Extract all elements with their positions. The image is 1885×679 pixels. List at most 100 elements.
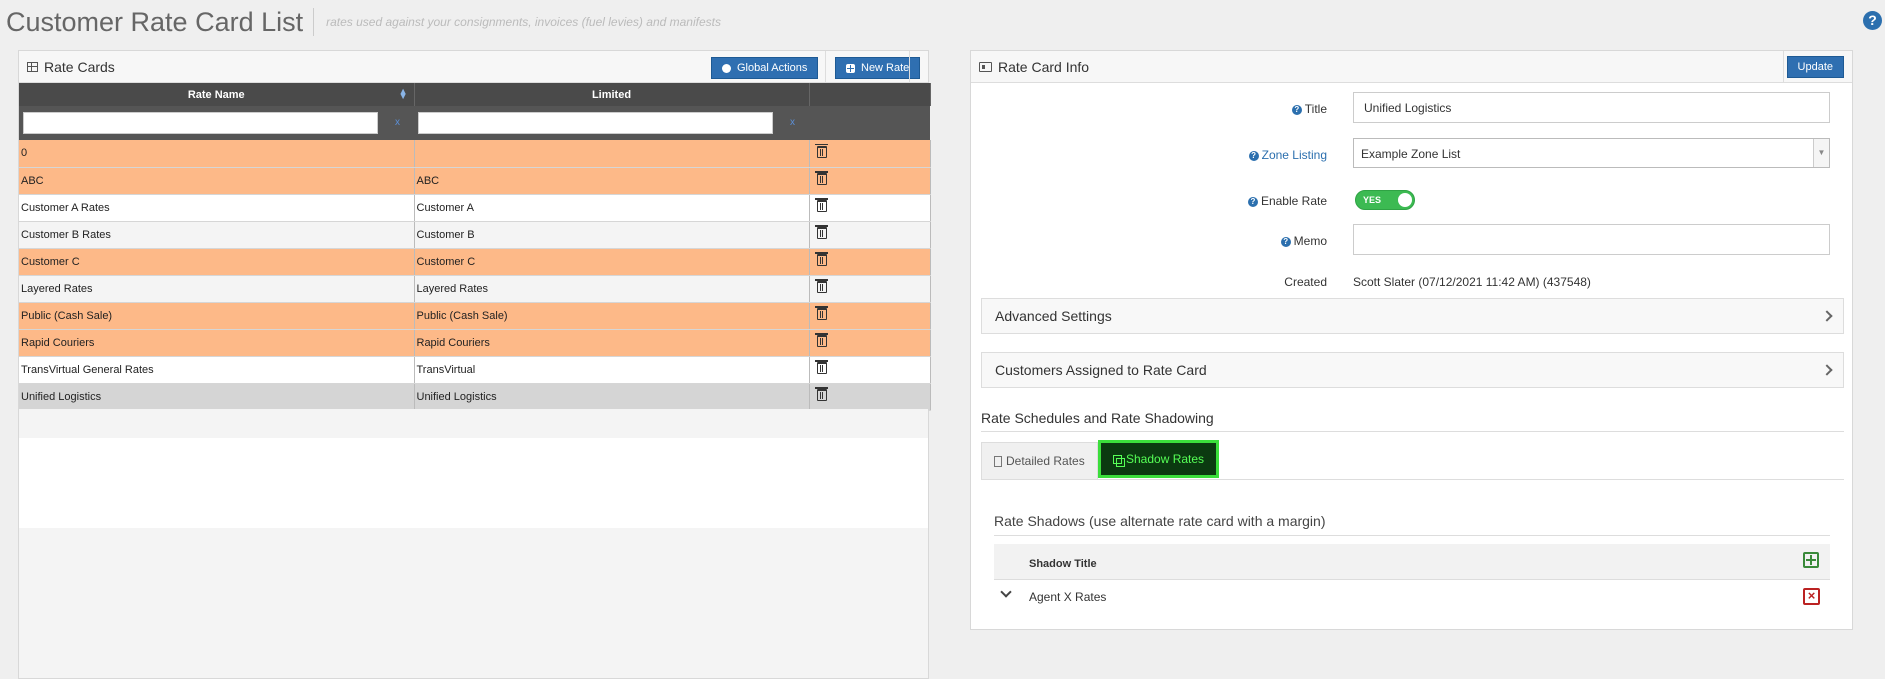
customers-assigned-label: Customers Assigned to Rate Card	[995, 362, 1207, 378]
page-title: Customer Rate Card List	[6, 6, 304, 37]
shadow-title-column: Shadow Title	[1029, 558, 1097, 570]
rate-card-info-panel: Rate Card Info Update ? Title Unified Log…	[970, 50, 1853, 630]
delete-cell	[809, 167, 931, 195]
page-header: Customer Rate Card List rates used again…	[6, 4, 721, 40]
clear-filter-icon[interactable]: x	[790, 117, 795, 128]
title-input[interactable]: Unified Logistics	[1353, 92, 1830, 123]
trash-icon[interactable]	[814, 360, 828, 374]
zone-listing-value: Example Zone List	[1361, 147, 1461, 161]
table-empty-area	[19, 409, 928, 438]
trash-icon[interactable]	[814, 252, 828, 266]
sort-icon[interactable]: ▲ ▼	[399, 87, 408, 101]
question-icon[interactable]: ?	[1247, 197, 1258, 207]
rate-cards-panel: Rate Cards Global Actions New Rate Rate …	[18, 50, 931, 679]
shadow-row[interactable]: Agent X Rates ×	[994, 580, 1830, 614]
rate-name-cell: Customer A Rates	[19, 194, 415, 222]
new-rate-label: New Rate	[861, 62, 910, 74]
toggle-text: YES	[1363, 195, 1382, 205]
rate-name-filter-input[interactable]	[23, 112, 378, 134]
tab-shadow-rates[interactable]: Shadow Rates	[1098, 440, 1220, 478]
rate-name-cell: ABC	[19, 167, 415, 195]
update-button[interactable]: Update	[1786, 56, 1844, 78]
question-icon[interactable]: ?	[1291, 105, 1302, 115]
label-text: Enable Rate	[1260, 194, 1327, 208]
trash-icon[interactable]	[814, 279, 828, 293]
trash-icon[interactable]	[814, 387, 828, 401]
table-row[interactable]: Customer B Rates Customer B	[19, 221, 931, 249]
memo-input[interactable]	[1353, 224, 1830, 255]
table-row[interactable]: 0	[19, 140, 931, 168]
trash-icon[interactable]	[814, 333, 828, 347]
enable-rate-label: ? Enable Rate	[1247, 194, 1327, 208]
copy-icon	[1113, 454, 1125, 467]
delete-cell	[809, 194, 931, 222]
table-row[interactable]: Layered Rates Layered Rates	[19, 275, 931, 303]
trash-icon[interactable]	[814, 198, 828, 212]
zone-listing-label[interactable]: ? Zone Listing	[1248, 148, 1327, 162]
new-rate-button[interactable]: New Rate	[835, 57, 921, 79]
advanced-settings-toggle[interactable]: Advanced Settings	[981, 298, 1844, 334]
divider	[981, 479, 1844, 480]
column-header-rate-name[interactable]: Rate Name ▲ ▼	[19, 83, 415, 106]
document-icon	[994, 455, 1002, 467]
trash-icon[interactable]	[814, 306, 828, 320]
clear-filter-icon[interactable]: x	[395, 117, 400, 128]
trash-icon[interactable]	[814, 143, 828, 158]
chevron-down-icon[interactable]: ▼	[1813, 139, 1829, 167]
advanced-settings-label: Advanced Settings	[995, 308, 1112, 324]
add-shadow-icon[interactable]	[1803, 552, 1819, 568]
limited-cell: ABC	[414, 167, 810, 195]
zone-listing-select[interactable]: Example Zone List ▼	[1353, 138, 1830, 168]
limited-cell: Unified Logistics	[414, 383, 810, 411]
table-row[interactable]: ABC ABC	[19, 167, 931, 195]
limited-cell: Customer B	[414, 221, 810, 249]
rate-cards-table: Rate Name ▲ ▼ Limited x x 0 ABC ABC Cust…	[19, 83, 931, 411]
table-row[interactable]: Customer C Customer C	[19, 248, 931, 276]
label-text: Zone Listing	[1261, 148, 1327, 162]
shadows-table-header: Shadow Title	[994, 544, 1830, 580]
global-actions-button[interactable]: Global Actions	[711, 57, 819, 79]
table-header-row: Rate Name ▲ ▼ Limited	[19, 83, 931, 106]
limited-cell: Layered Rates	[414, 275, 810, 303]
customers-assigned-toggle[interactable]: Customers Assigned to Rate Card	[981, 352, 1844, 388]
trash-icon[interactable]	[814, 171, 828, 185]
rate-name-cell: Customer C	[19, 248, 415, 276]
table-empty-area	[19, 438, 928, 528]
question-icon[interactable]: ?	[1280, 237, 1291, 247]
trash-icon[interactable]	[814, 225, 828, 239]
table-row[interactable]: Customer A Rates Customer A	[19, 194, 931, 222]
table-row[interactable]: TransVirtual General Rates TransVirtual	[19, 356, 931, 384]
chevron-right-icon	[1821, 364, 1833, 376]
limited-filter-input[interactable]	[418, 112, 773, 134]
question-icon[interactable]: ?	[1248, 151, 1259, 161]
plus-icon	[846, 63, 855, 73]
memo-label: ? Memo	[1280, 234, 1327, 248]
chevron-right-icon	[1821, 310, 1833, 322]
remove-shadow-icon[interactable]: ×	[1803, 588, 1820, 605]
enable-rate-toggle[interactable]: YES	[1355, 190, 1415, 210]
created-value: Scott Slater (07/12/2021 11:42 AM) (4375…	[1353, 275, 1591, 289]
tab-label: Detailed Rates	[1006, 454, 1085, 468]
rate-name-cell: Rapid Couriers	[19, 329, 415, 357]
rate-name-cell: Customer B Rates	[19, 221, 415, 249]
delete-cell	[809, 275, 931, 303]
title-label: ? Title	[1291, 102, 1327, 116]
rate-name-cell: Public (Cash Sale)	[19, 302, 415, 330]
tab-detailed-rates[interactable]: Detailed Rates	[981, 442, 1098, 480]
limited-cell: TransVirtual	[414, 356, 810, 384]
table-row[interactable]: Public (Cash Sale) Public (Cash Sale)	[19, 302, 931, 330]
delete-cell	[809, 356, 931, 384]
header-divider	[909, 51, 910, 83]
rate-name-cell: Layered Rates	[19, 275, 415, 303]
toggle-knob	[1398, 193, 1412, 207]
column-label: Limited	[591, 88, 632, 101]
limited-cell: Customer C	[414, 248, 810, 276]
table-row-selected[interactable]: Unified Logistics Unified Logistics	[19, 383, 931, 411]
column-header-limited[interactable]: Limited	[414, 83, 810, 106]
help-icon[interactable]: ?	[1863, 11, 1882, 30]
created-row: Created Scott Slater (07/12/2021 11:42 A…	[971, 265, 1854, 297]
chevron-down-icon[interactable]	[1000, 586, 1012, 598]
rate-cards-title: Rate Cards	[44, 58, 115, 75]
table-row[interactable]: Rapid Couriers Rapid Couriers	[19, 329, 931, 357]
delete-cell	[809, 140, 931, 168]
